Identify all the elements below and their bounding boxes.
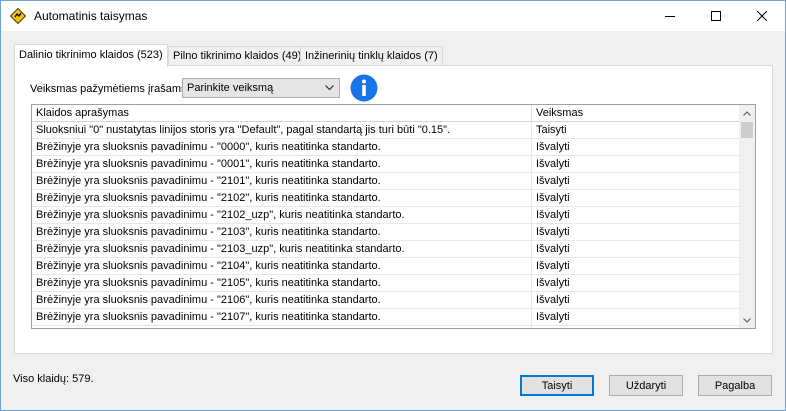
error-description-cell: Brėžinyje yra sluoksnis pavadinimu - "21… — [32, 224, 532, 241]
info-icon[interactable] — [350, 74, 378, 102]
title-bar[interactable]: Automatinis taisymas — [1, 1, 785, 31]
table-row[interactable]: Brėžinyje yra sluoksnis pavadinimu - "21… — [32, 207, 740, 224]
maximize-button[interactable] — [693, 1, 739, 31]
error-description-cell: Brėžinyje yra sluoksnis pavadinimu - "21… — [32, 241, 532, 258]
error-action-cell[interactable]: Išvalyti — [532, 258, 740, 275]
fix-button[interactable]: Taisyti — [520, 375, 594, 396]
error-action-cell[interactable]: Išvalyti — [532, 207, 740, 224]
tab-panel: Veiksmas pažymėtiems įrašams: Parinkite … — [14, 65, 773, 354]
error-action-cell[interactable]: Išvalyti — [532, 292, 740, 309]
tab-partial-check[interactable]: Dalinio tikrinimo klaidos (523) — [14, 44, 168, 67]
error-action-cell[interactable]: Išvalyti — [532, 309, 740, 326]
table-row[interactable]: Brėžinyje yra sluoksnis pavadinimu - "21… — [32, 292, 740, 309]
error-description-cell: Brėžinyje yra sluoksnis pavadinimu - "21… — [32, 173, 532, 190]
error-description-cell: Brėžinyje yra sluoksnis pavadinimu - "21… — [32, 309, 532, 326]
table-row[interactable]: Sluoksniui "0" nustatytas linijos storis… — [32, 122, 740, 139]
total-errors-label: Viso klaidų: 579. — [13, 373, 94, 385]
table-row[interactable]: Brėžinyje yra sluoksnis pavadinimu - "21… — [32, 258, 740, 275]
chevron-down-icon — [325, 85, 334, 91]
scroll-down-button[interactable] — [739, 312, 755, 328]
error-action-cell[interactable]: Išvalyti — [532, 224, 740, 241]
column-header-action[interactable]: Veiksmas — [532, 105, 740, 121]
auto-fix-window: Automatinis taisymas Dalinio tikrinimo k… — [0, 0, 786, 411]
warning-diamond-icon — [10, 8, 26, 24]
maximize-icon — [711, 11, 721, 21]
close-icon — [757, 11, 767, 21]
scroll-up-button[interactable] — [739, 105, 755, 121]
action-select-value: Parinkite veiksmą — [187, 82, 274, 94]
window-title: Automatinis taisymas — [34, 9, 148, 23]
error-description-cell: Brėžinyje yra sluoksnis pavadinimu - "21… — [32, 292, 532, 309]
table-row[interactable]: Brėžinyje yra sluoksnis pavadinimu - "00… — [32, 139, 740, 156]
error-description-cell: Brėžinyje yra sluoksnis pavadinimu - "21… — [32, 258, 532, 275]
error-description-cell: Brėžinyje yra sluoksnis pavadinimu - "00… — [32, 139, 532, 156]
scrollbar-thumb[interactable] — [741, 122, 753, 138]
close-button[interactable]: Uždaryti — [609, 375, 683, 396]
error-description-cell: Brėžinyje yra sluoksnis pavadinimu - "21… — [32, 190, 532, 207]
errors-table[interactable]: Klaidos aprašymas Veiksmas Sluoksniui "0… — [31, 104, 756, 329]
close-window-button[interactable] — [739, 1, 785, 31]
error-action-cell[interactable]: Išvalyti — [532, 156, 740, 173]
chevron-up-icon — [743, 110, 751, 116]
table-body: Sluoksniui "0" nustatytas linijos storis… — [32, 122, 740, 328]
error-description-cell: Brėžinyje yra sluoksnis pavadinimu - "00… — [32, 156, 532, 173]
error-description-cell: Brėžinyje yra sluoksnis pavadinimu - "21… — [32, 275, 532, 292]
minimize-icon — [665, 16, 675, 17]
table-row[interactable]: Brėžinyje yra sluoksnis pavadinimu - "21… — [32, 224, 740, 241]
minimize-button[interactable] — [647, 1, 693, 31]
table-row[interactable]: Brėžinyje yra sluoksnis pavadinimu - "21… — [32, 326, 740, 328]
error-action-cell[interactable]: Išvalyti — [532, 275, 740, 292]
table-row[interactable]: Brėžinyje yra sluoksnis pavadinimu - "21… — [32, 275, 740, 292]
action-label: Veiksmas pažymėtiems įrašams: — [30, 83, 190, 95]
chevron-down-icon — [743, 317, 751, 323]
error-description-cell: Brėžinyje yra sluoksnis pavadinimu - "21… — [32, 326, 532, 328]
tab-engineering-networks[interactable]: Inžinerinių tinklų klaidos (7) — [300, 46, 443, 66]
table-row[interactable]: Brėžinyje yra sluoksnis pavadinimu - "00… — [32, 156, 740, 173]
table-row[interactable]: Brėžinyje yra sluoksnis pavadinimu - "21… — [32, 309, 740, 326]
column-header-description[interactable]: Klaidos aprašymas — [32, 105, 532, 121]
error-description-cell: Sluoksniui "0" nustatytas linijos storis… — [32, 122, 532, 139]
table-header: Klaidos aprašymas Veiksmas — [32, 105, 740, 122]
action-select[interactable]: Parinkite veiksmą — [182, 78, 340, 98]
table-row[interactable]: Brėžinyje yra sluoksnis pavadinimu - "21… — [32, 190, 740, 207]
error-action-cell[interactable]: Išvalyti — [532, 241, 740, 258]
help-button[interactable]: Pagalba — [698, 375, 772, 396]
error-action-cell[interactable]: Išvalyti — [532, 173, 740, 190]
table-row[interactable]: Brėžinyje yra sluoksnis pavadinimu - "21… — [32, 241, 740, 258]
table-row[interactable]: Brėžinyje yra sluoksnis pavadinimu - "21… — [32, 173, 740, 190]
error-action-cell[interactable]: Išvalyti — [532, 326, 740, 328]
tab-full-check[interactable]: Pilno tikrinimo klaidos (49) — [168, 46, 307, 66]
error-description-cell: Brėžinyje yra sluoksnis pavadinimu - "21… — [32, 207, 532, 224]
error-action-cell[interactable]: Išvalyti — [532, 139, 740, 156]
error-action-cell[interactable]: Išvalyti — [532, 190, 740, 207]
vertical-scrollbar[interactable] — [739, 105, 755, 328]
error-action-cell[interactable]: Taisyti — [532, 122, 740, 139]
